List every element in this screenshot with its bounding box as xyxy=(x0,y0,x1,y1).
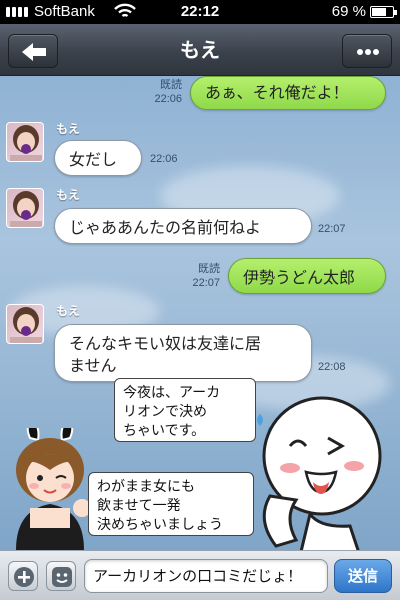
message-text: そんなキモい奴は友達に居 xyxy=(69,334,262,353)
chat-header: もえ xyxy=(0,24,400,76)
status-bar: SoftBank 22:12 69 % xyxy=(0,0,400,24)
read-receipt: 既読 xyxy=(160,79,182,91)
emoji-icon xyxy=(52,567,72,587)
read-receipt: 既読 xyxy=(198,263,220,275)
message-meta: 既読 22:06 xyxy=(138,78,182,106)
message-bubble-received[interactable]: そんなキモい奴は友達に居 ません xyxy=(54,324,312,382)
sticker-speech-bubble: わがまま女にも 飲ませて一発 決めちゃいましょう xyxy=(88,472,254,536)
sticker-button[interactable] xyxy=(46,561,76,591)
message-time: 22:07 xyxy=(318,223,346,235)
message-time: 22:08 xyxy=(318,361,346,373)
character-sticker xyxy=(257,396,382,550)
message-bubble-sent[interactable]: 伊勢うどん太郎 xyxy=(228,258,386,294)
message-time: 22:06 xyxy=(150,153,178,165)
avatar[interactable] xyxy=(6,304,44,344)
sticker-text: 決めちゃいましょう xyxy=(97,517,223,533)
attach-button[interactable] xyxy=(8,561,38,591)
sticker-speech-bubble: 今夜は、アーカ リオンで決め ちゃいです。 xyxy=(114,378,256,442)
message-text: じゃああんたの名前何ねよ xyxy=(69,218,262,237)
avatar-image xyxy=(10,191,42,227)
battery-icon xyxy=(370,6,397,18)
avatar[interactable] xyxy=(6,122,44,162)
message-bubble-sent[interactable]: あぁ、それ俺だよ！ xyxy=(190,76,386,110)
sender-name: もえ xyxy=(56,188,81,202)
message-time: 22:07 xyxy=(192,277,220,289)
sender-name: もえ xyxy=(56,304,81,318)
message-bubble-received[interactable]: じゃああんたの名前何ねよ xyxy=(54,208,312,244)
sticker-text: 飲ませて一発 xyxy=(97,498,181,514)
message-text: あぁ、それ俺だよ！ xyxy=(205,83,349,102)
message-bubble-received[interactable]: 女だし xyxy=(54,140,142,176)
message-input[interactable]: アーカリオンの口コミだじょ！ xyxy=(84,559,328,593)
sticker-text: 今夜は、アーカ xyxy=(123,385,221,401)
sticker-text: リオンで決め xyxy=(123,404,207,420)
message-text: 伊勢うどん太郎 xyxy=(243,268,356,287)
message-text: 女だし xyxy=(69,150,118,169)
menu-button[interactable] xyxy=(342,34,392,68)
avatar-image xyxy=(10,307,42,343)
avatar[interactable] xyxy=(6,188,44,228)
sticker-text: わがまま女にも xyxy=(97,479,195,495)
message-time: 22:06 xyxy=(154,93,182,105)
message-text: ません xyxy=(69,356,117,375)
sender-name: もえ xyxy=(56,122,81,136)
send-button[interactable]: 送信 xyxy=(334,559,392,593)
message-meta: 既読 22:07 xyxy=(176,262,220,290)
avatar-image xyxy=(10,125,42,161)
chat-area[interactable]: 既読 22:06 あぁ、それ俺だよ！ もえ 女だし 22:06 もえ じゃああん… xyxy=(0,76,400,550)
message-input-bar: アーカリオンの口コミだじょ！ 送信 xyxy=(0,550,400,600)
battery-percent: 69 % xyxy=(331,3,366,20)
chat-title: もえ xyxy=(180,38,220,62)
more-dots-icon xyxy=(357,49,379,55)
sticker-text: ちゃいです。 xyxy=(123,423,206,439)
plus-icon xyxy=(14,567,34,587)
